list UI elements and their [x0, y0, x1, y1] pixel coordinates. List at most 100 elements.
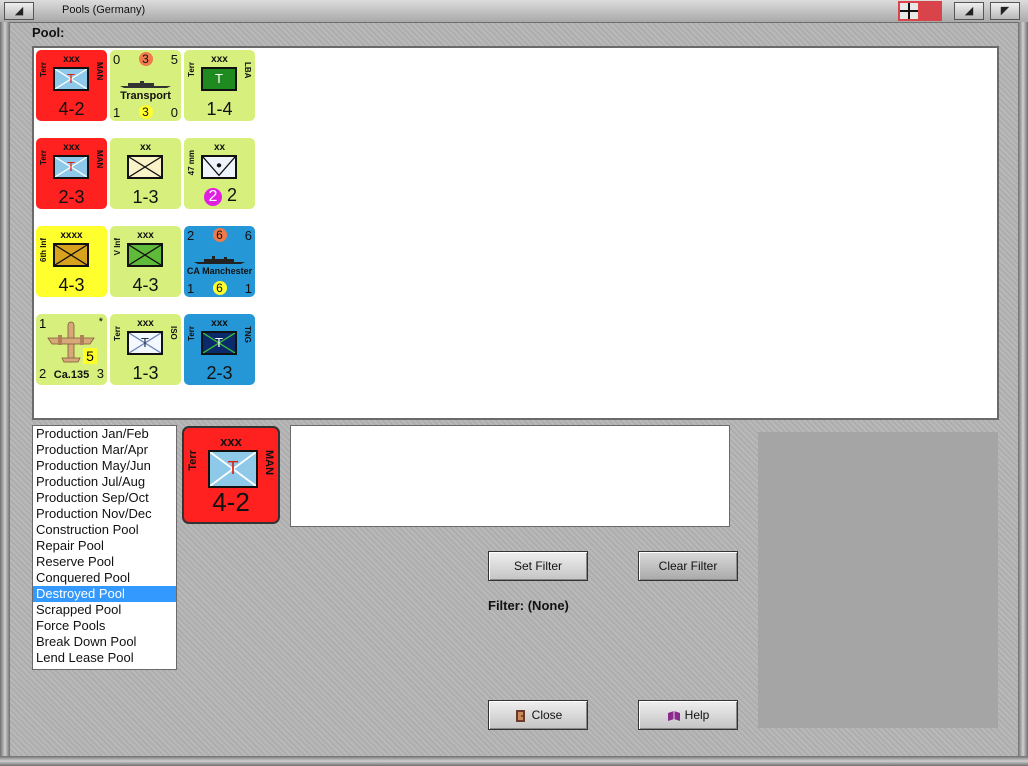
list-item[interactable]: Conquered Pool: [33, 570, 176, 586]
title-bar: ◢ Pools (Germany) ◢ ◤: [0, 0, 1028, 23]
list-item[interactable]: Production May/Jun: [33, 458, 176, 474]
ship-counter[interactable]: 2 6 6 CA Manchester 1 6 1: [184, 226, 255, 297]
corps-symbol-icon: T: [53, 67, 89, 91]
unit-letter: T: [141, 335, 149, 350]
unit-counter[interactable]: xxx Terr ISO T 1-3: [110, 314, 181, 385]
ship-circle-value: 3: [138, 52, 153, 66]
unit-letter: T: [67, 159, 75, 174]
pool-label: Pool:: [32, 25, 65, 40]
unit-counter[interactable]: xxx Terr LBA T 1-4: [184, 50, 255, 121]
unit-letter: T: [215, 335, 223, 350]
ship-value: 2: [187, 228, 195, 243]
unit-type-label: Terr: [39, 62, 48, 77]
unit-type-label: Terr: [39, 150, 48, 165]
unit-stat: 4-2: [58, 99, 85, 119]
unit-counter[interactable]: xx 1-3: [110, 138, 181, 209]
set-filter-button[interactable]: Set Filter: [488, 551, 588, 581]
list-item[interactable]: Force Pools: [33, 618, 176, 634]
infantry-symbol-icon: [127, 243, 163, 267]
ship-value: 1: [187, 281, 195, 296]
corps-symbol-icon: T: [208, 450, 258, 488]
list-item[interactable]: Scrapped Pool: [33, 602, 176, 618]
unit-type-label: 47 mm: [187, 150, 196, 176]
unit-counter[interactable]: xxx Terr TNG T 2-3: [184, 314, 255, 385]
list-item[interactable]: Break Down Pool: [33, 634, 176, 650]
list-item[interactable]: Production Mar/Apr: [33, 442, 176, 458]
unit-stat: 2-3: [58, 187, 85, 207]
ship-value: 0: [170, 105, 178, 120]
help-button[interactable]: Help: [638, 700, 738, 730]
help-label: Help: [684, 708, 710, 722]
unit-counter[interactable]: xx 47 mm 2 2: [184, 138, 255, 209]
selected-unit-counter: xxx Terr MAN T 4-2: [182, 426, 280, 524]
ship-silhouette-icon: [194, 256, 245, 264]
corps-symbol-icon: T: [201, 331, 237, 355]
system-menu-button[interactable]: ◢: [4, 2, 34, 20]
unit-counter[interactable]: xxxx 6th Inf 4-3: [36, 226, 107, 297]
unit-counter[interactable]: xxx Terr MAN T 4-2: [36, 50, 107, 121]
ship-name: Transport: [120, 90, 171, 102]
list-item[interactable]: Lend Lease Pool: [33, 650, 176, 666]
frame-left: [0, 22, 10, 766]
pool-counter-area[interactable]: xxx Terr MAN T 4-2 0 3 5 Transport 1 3 0: [32, 46, 999, 420]
pool-type-list[interactable]: Production Jan/Feb Production Mar/Apr Pr…: [32, 425, 177, 670]
infantry-symbol-icon: [127, 155, 163, 179]
corps-symbol-icon: T: [127, 331, 163, 355]
germany-flag-icon: [898, 1, 942, 21]
clear-filter-button[interactable]: Clear Filter: [638, 551, 738, 581]
air-name: Ca.135: [53, 369, 90, 381]
anti-tank-symbol-icon: [201, 155, 237, 179]
unit-stat: 1-3: [132, 363, 159, 383]
list-item[interactable]: Construction Pool: [33, 522, 176, 538]
info-panel: [758, 432, 998, 728]
unit-circle-value: 2: [204, 188, 222, 206]
list-item[interactable]: Production Jul/Aug: [33, 474, 176, 490]
close-button[interactable]: Close: [488, 700, 588, 730]
list-item[interactable]: Production Jan/Feb: [33, 426, 176, 442]
unit-mode-label: ISO: [169, 326, 178, 340]
unit-size: xx: [139, 142, 152, 153]
unit-letter: T: [227, 458, 239, 478]
filter-status: Filter: (None): [488, 598, 569, 613]
list-item[interactable]: Repair Pool: [33, 538, 176, 554]
ship-name: CA Manchester: [186, 266, 253, 276]
unit-size: xxx: [220, 434, 242, 449]
close-label: Close: [531, 708, 563, 722]
unit-counter[interactable]: xxx Terr MAN T 2-3: [36, 138, 107, 209]
list-item[interactable]: Production Sep/Oct: [33, 490, 176, 506]
unit-stat: 1-3: [132, 187, 159, 207]
unit-stat: 2-3: [206, 363, 233, 383]
pools-window: ◢ Pools (Germany) ◢ ◤ Pool: xxx Terr MAN…: [0, 0, 1028, 766]
unit-stat: 2: [227, 185, 238, 205]
ship-value: 5: [170, 52, 178, 67]
unit-mode-label: MAN: [95, 62, 104, 81]
list-item[interactable]: Reserve Pool: [33, 554, 176, 570]
air-counter[interactable]: 1 * 5 2 Ca.135 3: [36, 314, 107, 385]
unit-counter[interactable]: xxx V Inf 4-3: [110, 226, 181, 297]
list-item-selected[interactable]: Destroyed Pool: [33, 586, 176, 602]
minimize-button[interactable]: ◢: [954, 2, 984, 20]
ship-circle-value: 3: [138, 105, 153, 119]
maximize-button[interactable]: ◤: [990, 2, 1020, 20]
unit-letter: T: [215, 71, 223, 86]
ship-silhouette-icon: [120, 81, 171, 88]
unit-stat: 1-4: [206, 99, 233, 119]
unit-type-label: Terr: [187, 326, 196, 341]
unit-type-label: V Inf: [113, 238, 122, 256]
air-value: 2: [39, 366, 47, 381]
air-star: *: [98, 316, 103, 328]
air-value: 3: [96, 366, 104, 381]
unit-stat: 4-3: [58, 275, 85, 295]
unit-stat: 4-3: [132, 275, 159, 295]
corps-symbol-icon: T: [201, 67, 237, 91]
window-title: Pools (Germany): [62, 4, 146, 16]
ship-value: 6: [244, 228, 252, 243]
unit-type-label: Terr: [187, 450, 199, 471]
air-value: 5: [83, 348, 97, 364]
ship-counter[interactable]: 0 3 5 Transport 1 3 0: [110, 50, 181, 121]
close-door-icon: [515, 709, 525, 722]
frame-right: [1018, 22, 1028, 766]
list-item[interactable]: Production Nov/Dec: [33, 506, 176, 522]
ship-value: 0: [113, 52, 121, 67]
help-book-icon: [667, 710, 680, 721]
